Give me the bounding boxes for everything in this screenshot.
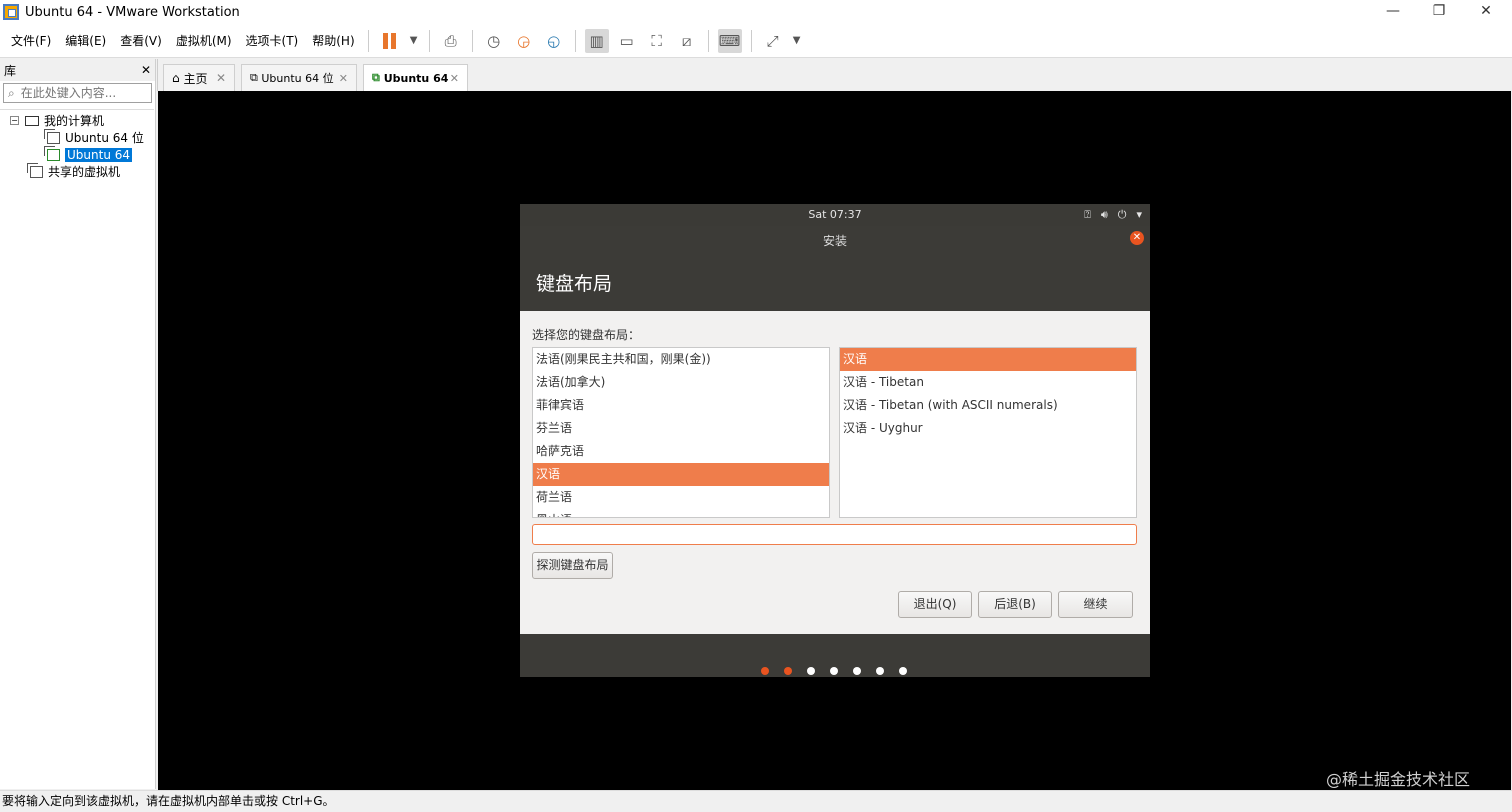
- detect-layout-button[interactable]: 探测键盘布局: [532, 552, 613, 579]
- console-view-icon[interactable]: ⌨: [717, 28, 742, 53]
- window-title: Ubuntu 64 - VMware Workstation: [25, 4, 240, 20]
- library-search-input[interactable]: [20, 86, 171, 100]
- vm-icon: [44, 128, 60, 144]
- close-tab-icon[interactable]: ✕: [216, 71, 226, 85]
- unity-icon[interactable]: ⧄: [675, 29, 699, 53]
- continue-button[interactable]: 继续: [1058, 591, 1133, 618]
- list-item[interactable]: 汉语 - Tibetan (with ASCII numerals): [840, 394, 1136, 417]
- close-window-button[interactable]: ✕: [1463, 0, 1509, 24]
- list-item-selected[interactable]: 汉语: [533, 463, 829, 486]
- tab-vm2[interactable]: ⧉ Ubuntu 64 ✕: [363, 64, 468, 91]
- menu-edit[interactable]: 编辑(E): [58, 32, 113, 49]
- layout-prompt: 选择您的键盘布局：: [532, 328, 641, 342]
- close-tab-icon[interactable]: ✕: [450, 72, 459, 85]
- menu-view[interactable]: 查看(V): [113, 32, 169, 49]
- tab-home[interactable]: ⌂ 主页 ✕: [163, 64, 235, 91]
- vm-tree: − 我的计算机 Ubuntu 64 位 Ubuntu 64 共享的虚拟机: [0, 109, 154, 789]
- list-item[interactable]: 汉语 - Uyghur: [840, 417, 1136, 440]
- tree-item-vm2[interactable]: Ubuntu 64: [44, 145, 133, 163]
- list-item[interactable]: 菲律宾语: [533, 394, 829, 417]
- search-icon: ⌕: [8, 85, 15, 100]
- progress-dot: [807, 667, 815, 675]
- snapshot-icon[interactable]: ◷: [482, 29, 506, 53]
- revert-snapshot-icon[interactable]: ◶: [512, 29, 536, 53]
- library-search[interactable]: ⌕ ▼: [3, 83, 178, 103]
- collapse-icon[interactable]: −: [10, 116, 19, 125]
- installer-title: 安装: [822, 234, 847, 248]
- status-bar: 要将输入定向到该虚拟机，请在虚拟机内部单击或按 Ctrl+G。: [0, 790, 1512, 811]
- library-panel: 库 ✕ ⌕ ▼ − 我的计算机 Ubuntu 64 位 Ubuntu 64 共享…: [0, 59, 178, 789]
- minimize-button[interactable]: —: [1370, 0, 1416, 24]
- power-icon[interactable]: ⏻: [1118, 204, 1127, 226]
- variant-list[interactable]: 汉语 汉语 - Tibetan 汉语 - Tibetan (with ASCII…: [839, 347, 1137, 518]
- list-item[interactable]: 法语(刚果民主共和国，刚果(金)): [533, 348, 829, 371]
- full-screen-icon[interactable]: ⛶: [645, 29, 669, 53]
- system-tray: ⍰ 🔊︎ ⏻ ▾: [1084, 204, 1142, 226]
- menu-toolbar: 文件(F) 编辑(E) 查看(V) 虚拟机(M) 选项卡(T) 帮助(H) ▼ …: [0, 24, 1512, 58]
- layout-list[interactable]: 法语(刚果民主共和国，刚果(金)) 法语(加拿大) 菲律宾语 芬兰语 哈萨克语 …: [532, 347, 830, 518]
- volume-icon[interactable]: 🔊︎: [1101, 204, 1108, 226]
- progress-dots: [761, 667, 907, 675]
- progress-dot: [761, 667, 769, 675]
- tree-item-my-computer[interactable]: − 我的计算机: [10, 112, 104, 129]
- status-message: 要将输入定向到该虚拟机，请在虚拟机内部单击或按 Ctrl+G。: [2, 794, 335, 808]
- list-item[interactable]: 哈萨克语: [533, 440, 829, 463]
- snapshot-manager-icon[interactable]: ◵: [542, 29, 566, 53]
- menu-help[interactable]: 帮助(H): [305, 32, 361, 49]
- home-icon: ⌂: [172, 71, 184, 85]
- quit-button[interactable]: 退出(Q): [898, 591, 972, 618]
- vm-tab-icon: ⧉: [250, 71, 262, 84]
- tree-item-shared[interactable]: 共享的虚拟机: [27, 162, 120, 180]
- keyboard-test-input[interactable]: [532, 524, 1137, 545]
- thumbnail-bar-icon[interactable]: ▭: [615, 29, 639, 53]
- library-header: 库 ✕: [0, 59, 155, 81]
- close-library-icon[interactable]: ✕: [141, 63, 151, 77]
- menu-tabs[interactable]: 选项卡(T): [239, 32, 306, 49]
- pause-icon[interactable]: [378, 29, 402, 53]
- list-item[interactable]: 芬兰语: [533, 417, 829, 440]
- pause-dropdown-icon[interactable]: ▼: [408, 29, 420, 53]
- stretch-dropdown-icon[interactable]: ▼: [791, 29, 803, 53]
- clock[interactable]: Sat 07:37: [808, 208, 861, 221]
- title-bar: Ubuntu 64 - VMware Workstation — ❐ ✕: [0, 0, 1512, 24]
- progress-dot: [853, 667, 861, 675]
- accessibility-icon[interactable]: ⍰: [1084, 204, 1091, 226]
- running-vm-tab-icon: ⧉: [372, 71, 384, 84]
- progress-dot: [876, 667, 884, 675]
- tree-item-vm1[interactable]: Ubuntu 64 位: [44, 128, 144, 146]
- send-ctrl-alt-del-icon[interactable]: ⎙: [439, 29, 463, 53]
- ubuntu-top-bar: Sat 07:37 ⍰ 🔊︎ ⏻ ▾: [520, 204, 1150, 226]
- running-vm-icon: [44, 145, 60, 161]
- list-item[interactable]: 法语(加拿大): [533, 371, 829, 394]
- progress-dot: [830, 667, 838, 675]
- show-library-icon[interactable]: ▥: [584, 28, 609, 53]
- tab-bar: ⌂ 主页 ✕ ⧉ Ubuntu 64 位 ✕ ⧉ Ubuntu 64 ✕: [157, 59, 1512, 91]
- progress-dot: [899, 667, 907, 675]
- vmware-app-icon: [3, 4, 19, 20]
- restore-button[interactable]: ❐: [1416, 0, 1462, 24]
- list-item[interactable]: 汉语 - Tibetan: [840, 371, 1136, 394]
- tab-vm1[interactable]: ⧉ Ubuntu 64 位 ✕: [241, 64, 357, 91]
- list-item[interactable]: 荷兰语: [533, 486, 829, 509]
- progress-dot: [784, 667, 792, 675]
- close-tab-icon[interactable]: ✕: [339, 72, 348, 85]
- menu-vm[interactable]: 虚拟机(M): [169, 32, 239, 49]
- watermark: @稀土掘金技术社区: [1326, 770, 1471, 789]
- computer-icon: [25, 115, 39, 126]
- page-title: 键盘布局: [536, 273, 613, 295]
- shared-vm-icon: [27, 162, 43, 178]
- tray-dropdown-icon[interactable]: ▾: [1136, 204, 1142, 226]
- installer-header: 安装 ✕ 键盘布局: [520, 226, 1150, 311]
- installer-window: 安装 ✕ 键盘布局 选择您的键盘布局： 法语(刚果民主共和国，刚果(金)) 法语…: [520, 226, 1150, 677]
- menu-file[interactable]: 文件(F): [4, 32, 58, 49]
- list-item-selected[interactable]: 汉语: [840, 348, 1136, 371]
- stretch-guest-icon[interactable]: ⤢: [761, 29, 785, 53]
- list-item[interactable]: 黑山语: [533, 509, 829, 517]
- library-title: 库: [4, 63, 17, 78]
- close-installer-icon[interactable]: ✕: [1130, 231, 1144, 245]
- back-button[interactable]: 后退(B): [978, 591, 1052, 618]
